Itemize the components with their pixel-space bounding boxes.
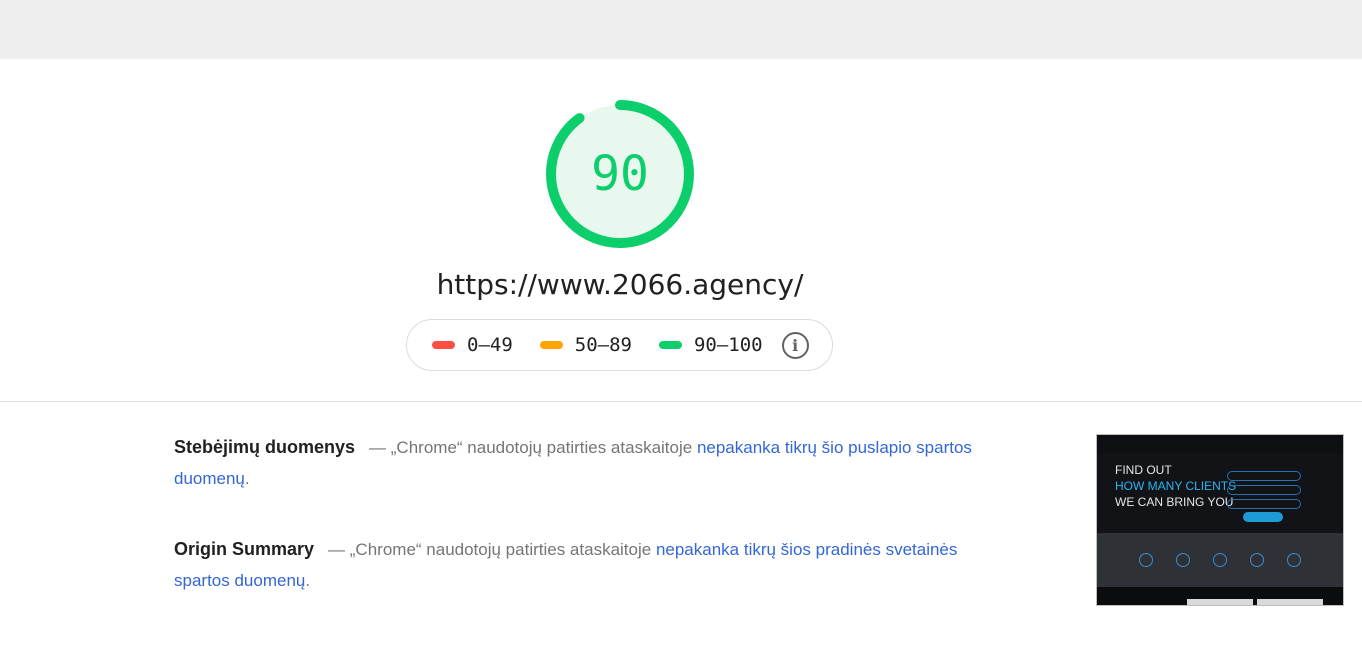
- pass-bar-icon: [658, 341, 682, 349]
- thumbnail-form-field: [1227, 499, 1301, 509]
- origin-summary-text: — „Chrome“ naudotojų patirties ataskaito…: [328, 540, 656, 559]
- thumbnail-footer-block: [1187, 599, 1253, 605]
- thumbnail-form-field: [1227, 485, 1301, 495]
- thumbnail-service-icon: [1213, 553, 1227, 567]
- thumbnail-service-icon: [1176, 553, 1190, 567]
- score-value: 90: [591, 146, 649, 202]
- thumbnail-line-3: WE CAN BRING YOU: [1115, 495, 1234, 509]
- thumbnail-line-2: HOW MANY CLIENTS: [1115, 479, 1237, 493]
- field-data-title: Stebėjimų duomenys: [174, 437, 356, 457]
- legend-item-pass: 90–100: [658, 334, 763, 356]
- origin-summary-period: .: [305, 571, 311, 590]
- thumbnail-service-icon: [1139, 553, 1153, 567]
- page-screenshot-thumbnail[interactable]: FIND OUT HOW MANY CLIENTS WE CAN BRING Y…: [1096, 434, 1344, 606]
- legend-label-average: 50–89: [574, 334, 632, 356]
- legend-label-pass: 90–100: [693, 334, 763, 356]
- fail-bar-icon: [432, 341, 455, 349]
- legend-item-fail: 0–49: [432, 334, 513, 356]
- score-legend: 0–49 50–89 90–100 i: [406, 319, 833, 371]
- thumbnail-nav: [1097, 435, 1343, 453]
- legend-item-average: 50–89: [539, 334, 632, 356]
- thumbnail-service-icon: [1287, 553, 1301, 567]
- section-divider: [0, 401, 1362, 402]
- origin-summary-section: Origin Summary — „Chrome“ naudotojų patir…: [174, 534, 1014, 596]
- page-url: https://www.2066.agency/: [436, 268, 804, 301]
- legend-label-fail: 0–49: [467, 334, 513, 356]
- thumbnail-button: [1243, 512, 1283, 522]
- performance-score-gauge: 90: [545, 99, 695, 249]
- thumbnail-service-icon: [1250, 553, 1264, 567]
- thumbnail-line-1: FIND OUT: [1115, 463, 1172, 477]
- thumbnail-footer-block: [1257, 599, 1323, 605]
- average-bar-icon: [539, 341, 563, 349]
- info-icon[interactable]: i: [781, 331, 809, 359]
- field-data-text: — „Chrome“ naudotojų patirties ataskaito…: [369, 438, 697, 457]
- field-data-section: Stebėjimų duomenys — „Chrome“ naudotojų p…: [174, 432, 1014, 494]
- origin-summary-title: Origin Summary: [174, 539, 315, 559]
- browser-top-bar: [0, 0, 1362, 59]
- field-data-period: .: [244, 469, 250, 488]
- thumbnail-form-field: [1227, 471, 1301, 481]
